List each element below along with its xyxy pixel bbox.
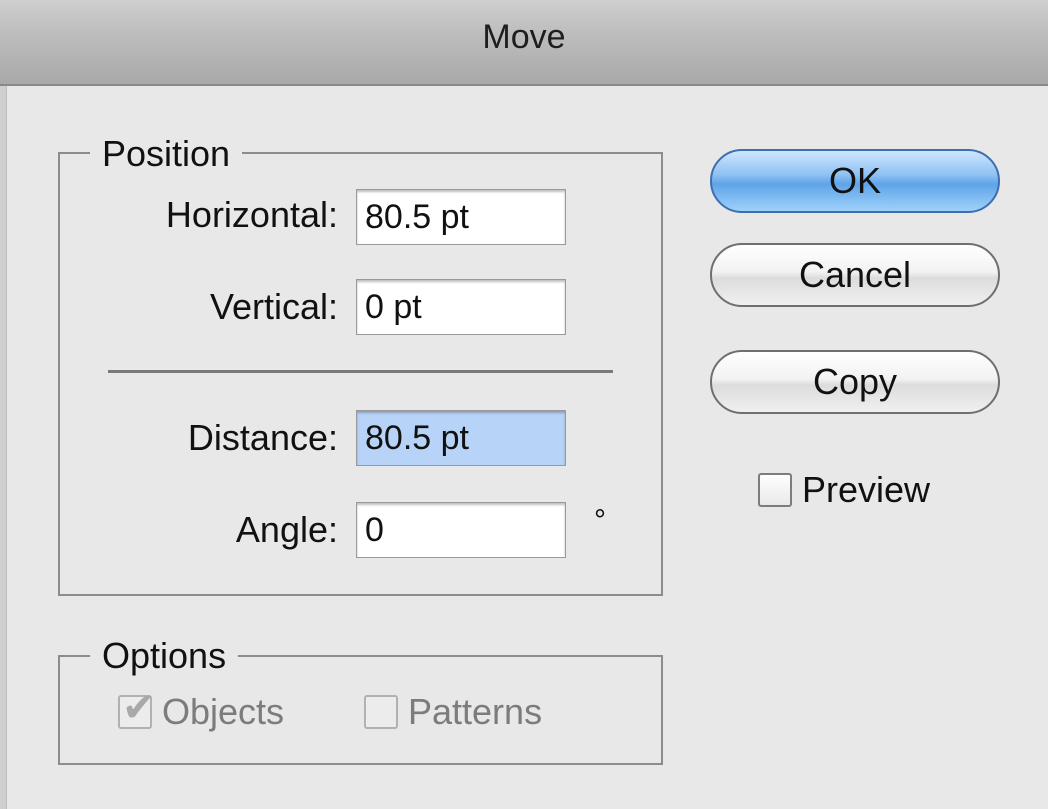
preview-checkbox-row[interactable]: Preview: [758, 470, 930, 510]
checkmark-icon: ✔: [122, 686, 156, 730]
objects-checkbox-row[interactable]: ✔ Objects: [118, 686, 285, 732]
move-dialog: Move Position Horizontal: Vertical: Dist…: [0, 0, 1048, 809]
distance-input[interactable]: [356, 410, 566, 466]
copy-button[interactable]: Copy: [710, 350, 1000, 414]
window-title: Move: [482, 18, 566, 56]
options-legend: Options: [90, 636, 239, 676]
ok-button[interactable]: OK: [710, 149, 1000, 213]
patterns-checkbox-row[interactable]: Patterns: [364, 692, 542, 732]
vertical-input[interactable]: [356, 279, 566, 335]
window-left-edge: [0, 86, 7, 809]
vertical-label: Vertical:: [209, 286, 338, 327]
distance-label: Distance:: [187, 417, 338, 458]
title-bar[interactable]: Move: [0, 0, 1048, 86]
objects-checkbox[interactable]: ✔: [118, 686, 156, 730]
objects-label: Objects: [162, 691, 285, 732]
position-legend: Position: [90, 134, 243, 174]
preview-checkbox[interactable]: [758, 473, 792, 507]
patterns-label: Patterns: [408, 691, 543, 732]
angle-label: Angle:: [235, 509, 338, 550]
position-divider: [108, 370, 613, 373]
cancel-button[interactable]: Cancel: [710, 243, 1000, 307]
patterns-checkbox[interactable]: [364, 695, 398, 729]
horizontal-input[interactable]: [356, 189, 566, 245]
degree-icon: °: [594, 504, 606, 537]
preview-label: Preview: [802, 469, 931, 510]
angle-input[interactable]: [356, 502, 566, 558]
horizontal-label: Horizontal:: [165, 194, 338, 235]
